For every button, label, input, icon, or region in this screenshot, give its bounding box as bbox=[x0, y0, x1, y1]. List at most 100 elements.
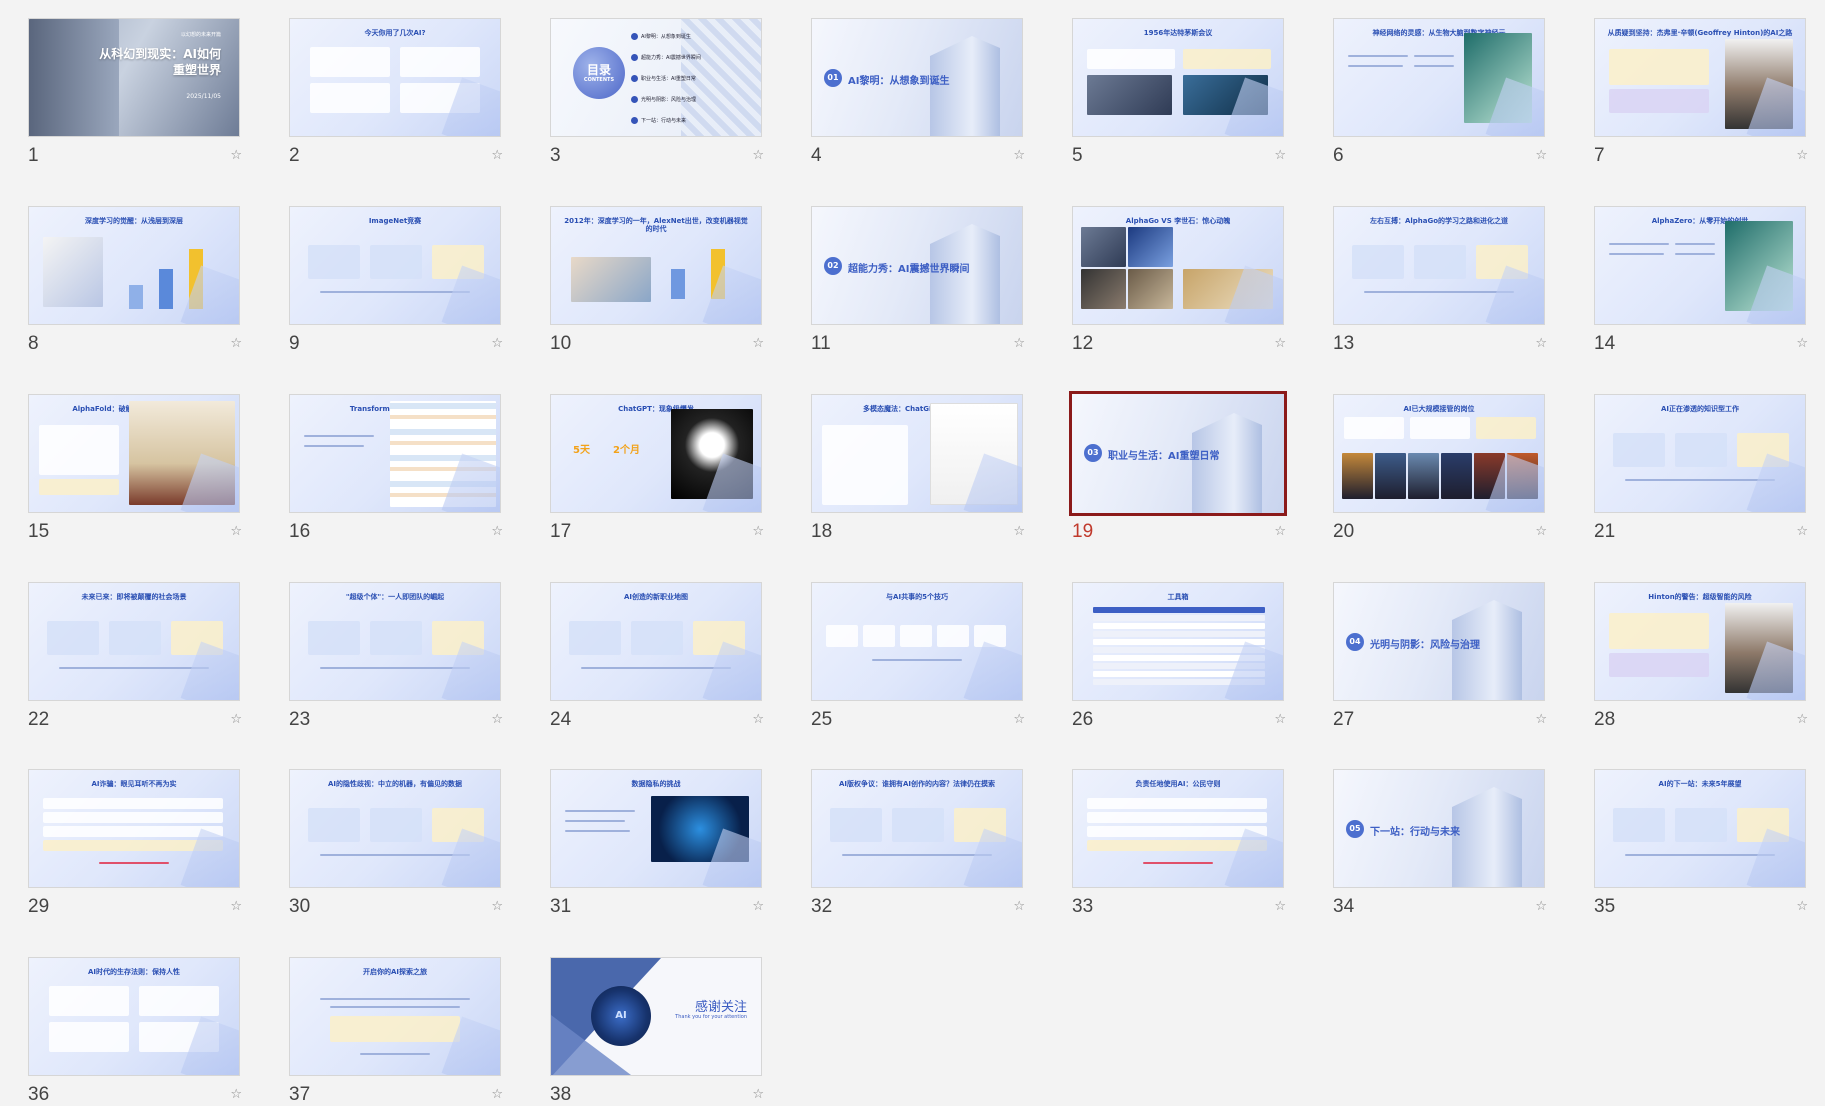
slide-preview[interactable]: 与AI共事的5个技巧 bbox=[811, 582, 1023, 701]
slide-preview[interactable]: 1956年达特茅斯会议 bbox=[1072, 18, 1284, 137]
slide-thumbnail-24[interactable]: AI创造的新职业地图 24 ☆ bbox=[550, 582, 764, 730]
star-icon[interactable]: ☆ bbox=[491, 712, 503, 727]
star-icon[interactable]: ☆ bbox=[752, 336, 764, 351]
slide-preview[interactable]: AlphaZero：从零开始的创世 bbox=[1594, 206, 1806, 325]
slide-thumbnail-1[interactable]: 以幻想的未来开篇 从科幻到现实：AI如何 重塑世界 2025/11/05 1 ☆ bbox=[28, 18, 242, 166]
slide-preview[interactable]: 多模态魔法：ChatGPT能做什么? bbox=[811, 394, 1023, 513]
slide-thumbnail-25[interactable]: 与AI共事的5个技巧 25 ☆ bbox=[811, 582, 1025, 730]
star-icon[interactable]: ☆ bbox=[752, 899, 764, 914]
star-icon[interactable]: ☆ bbox=[1796, 712, 1808, 727]
slide-thumbnail-16[interactable]: Transformer：注意力革命 16 ☆ bbox=[289, 394, 503, 542]
slide-preview[interactable]: 03 职业与生活：AI重塑日常 bbox=[1069, 391, 1287, 516]
star-icon[interactable]: ☆ bbox=[1796, 148, 1808, 163]
slide-preview[interactable]: 2012年：深度学习的一年，AlexNet出世，改变机器视觉的时代 bbox=[550, 206, 762, 325]
slide-preview[interactable]: 01 AI黎明：从想象到诞生 bbox=[811, 18, 1023, 137]
star-icon[interactable]: ☆ bbox=[1535, 148, 1547, 163]
slide-preview[interactable]: 目录 CONTENTS AI黎明：从想象到诞生 超能力秀：AI震撼世界瞬间 职业与生活：… bbox=[550, 18, 762, 137]
slide-preview[interactable]: AI诈骗：眼见耳听不再为实 bbox=[28, 769, 240, 888]
slide-thumbnail-22[interactable]: 未来已来：即将被颠覆的社会场景 22 ☆ bbox=[28, 582, 242, 730]
star-icon[interactable]: ☆ bbox=[1796, 524, 1808, 539]
slide-thumbnail-20[interactable]: AI已大规模接管的岗位 20 ☆ bbox=[1333, 394, 1547, 542]
star-icon[interactable]: ☆ bbox=[230, 336, 242, 351]
slide-preview[interactable]: ImageNet竞赛 bbox=[289, 206, 501, 325]
star-icon[interactable]: ☆ bbox=[1535, 524, 1547, 539]
slide-preview[interactable]: 数据隐私的挑战 bbox=[550, 769, 762, 888]
slide-thumbnail-19[interactable]: 03 职业与生活：AI重塑日常 19 ☆ bbox=[1069, 391, 1287, 542]
slide-preview[interactable]: AI时代的生存法则：保持人性 bbox=[28, 957, 240, 1076]
slide-preview[interactable]: AlphaGo VS 李世石：惊心动魄 bbox=[1072, 206, 1284, 325]
slide-thumbnail-35[interactable]: AI的下一站：未来5年展望 35 ☆ bbox=[1594, 769, 1808, 917]
star-icon[interactable]: ☆ bbox=[1274, 899, 1286, 914]
slide-thumbnail-9[interactable]: ImageNet竞赛 9 ☆ bbox=[289, 206, 503, 354]
star-icon[interactable]: ☆ bbox=[1013, 148, 1025, 163]
star-icon[interactable]: ☆ bbox=[752, 1087, 764, 1102]
star-icon[interactable]: ☆ bbox=[752, 148, 764, 163]
star-icon[interactable]: ☆ bbox=[752, 524, 764, 539]
slide-preview[interactable]: "超级个体"：一人即团队的崛起 bbox=[289, 582, 501, 701]
slide-thumbnail-6[interactable]: 神经网络的灵感：从生物大脑到数字神经元 6 ☆ bbox=[1333, 18, 1547, 166]
slide-thumbnail-4[interactable]: 01 AI黎明：从想象到诞生 4 ☆ bbox=[811, 18, 1025, 166]
star-icon[interactable]: ☆ bbox=[230, 899, 242, 914]
slide-preview[interactable]: ChatGPT：现象级爆发 5天 2个月 bbox=[550, 394, 762, 513]
slide-thumbnail-7[interactable]: 从质疑到坚持：杰弗里·辛顿(Geoffrey Hinton)的AI之路 7 ☆ bbox=[1594, 18, 1808, 166]
slide-thumbnail-37[interactable]: 开启你的AI探索之旅 37 ☆ bbox=[289, 957, 503, 1105]
star-icon[interactable]: ☆ bbox=[752, 712, 764, 727]
slide-thumbnail-23[interactable]: "超级个体"：一人即团队的崛起 23 ☆ bbox=[289, 582, 503, 730]
slide-preview[interactable]: AI的隐性歧视：中立的机器，有偏见的数据 bbox=[289, 769, 501, 888]
slide-preview[interactable]: 开启你的AI探索之旅 bbox=[289, 957, 501, 1076]
star-icon[interactable]: ☆ bbox=[230, 1087, 242, 1102]
star-icon[interactable]: ☆ bbox=[1535, 712, 1547, 727]
slide-thumbnail-13[interactable]: 左右互搏：AlphaGo的学习之路和进化之道 13 ☆ bbox=[1333, 206, 1547, 354]
slide-preview[interactable]: 深度学习的觉醒：从浅层到深层 bbox=[28, 206, 240, 325]
slide-thumbnail-33[interactable]: 负责任地使用AI：公民守则 33 ☆ bbox=[1072, 769, 1286, 917]
slide-thumbnail-11[interactable]: 02 超能力秀：AI震撼世界瞬间 11 ☆ bbox=[811, 206, 1025, 354]
slide-preview[interactable]: 工具箱 bbox=[1072, 582, 1284, 701]
slide-thumbnail-15[interactable]: AlphaFold：破解生命密码，荣获诺奖 15 ☆ bbox=[28, 394, 242, 542]
slide-preview[interactable]: AI的下一站：未来5年展望 bbox=[1594, 769, 1806, 888]
slide-thumbnail-31[interactable]: 数据隐私的挑战 31 ☆ bbox=[550, 769, 764, 917]
slide-thumbnail-2[interactable]: 今天你用了几次AI? 2 ☆ bbox=[289, 18, 503, 166]
slide-preview[interactable]: AI 感谢关注 Thank you for your attention bbox=[550, 957, 762, 1076]
slide-preview[interactable]: 05 下一站：行动与未来 bbox=[1333, 769, 1545, 888]
slide-thumbnail-36[interactable]: AI时代的生存法则：保持人性 36 ☆ bbox=[28, 957, 242, 1105]
slide-thumbnail-28[interactable]: Hinton的警告：超级智能的风险 28 ☆ bbox=[1594, 582, 1808, 730]
slide-preview[interactable]: 左右互搏：AlphaGo的学习之路和进化之道 bbox=[1333, 206, 1545, 325]
slide-thumbnail-38[interactable]: AI 感谢关注 Thank you for your attention 38 ☆ bbox=[550, 957, 764, 1105]
star-icon[interactable]: ☆ bbox=[1274, 148, 1286, 163]
slide-preview[interactable]: 负责任地使用AI：公民守则 bbox=[1072, 769, 1284, 888]
star-icon[interactable]: ☆ bbox=[230, 148, 242, 163]
slide-preview[interactable]: 今天你用了几次AI? bbox=[289, 18, 501, 137]
slide-preview[interactable]: AI版权争议：谁拥有AI创作的内容？法律仍在摸索 bbox=[811, 769, 1023, 888]
slide-preview[interactable]: AI创造的新职业地图 bbox=[550, 582, 762, 701]
star-icon[interactable]: ☆ bbox=[1274, 712, 1286, 727]
slide-preview[interactable]: AI已大规模接管的岗位 bbox=[1333, 394, 1545, 513]
slide-thumbnail-14[interactable]: AlphaZero：从零开始的创世 14 ☆ bbox=[1594, 206, 1808, 354]
slide-thumbnail-30[interactable]: AI的隐性歧视：中立的机器，有偏见的数据 30 ☆ bbox=[289, 769, 503, 917]
slide-thumbnail-18[interactable]: 多模态魔法：ChatGPT能做什么? 18 ☆ bbox=[811, 394, 1025, 542]
slide-thumbnail-3[interactable]: 目录 CONTENTS AI黎明：从想象到诞生 超能力秀：AI震撼世界瞬间 职业与生活：… bbox=[550, 18, 764, 166]
slide-preview[interactable]: 从质疑到坚持：杰弗里·辛顿(Geoffrey Hinton)的AI之路 bbox=[1594, 18, 1806, 137]
star-icon[interactable]: ☆ bbox=[1796, 899, 1808, 914]
slide-thumbnail-29[interactable]: AI诈骗：眼见耳听不再为实 29 ☆ bbox=[28, 769, 242, 917]
slide-preview[interactable]: AI正在渗透的知识型工作 bbox=[1594, 394, 1806, 513]
slide-preview[interactable]: 02 超能力秀：AI震撼世界瞬间 bbox=[811, 206, 1023, 325]
slide-thumbnail-34[interactable]: 05 下一站：行动与未来 34 ☆ bbox=[1333, 769, 1547, 917]
star-icon[interactable]: ☆ bbox=[230, 712, 242, 727]
star-icon[interactable]: ☆ bbox=[1274, 524, 1286, 539]
slide-preview[interactable]: 以幻想的未来开篇 从科幻到现实：AI如何 重塑世界 2025/11/05 bbox=[28, 18, 240, 137]
star-icon[interactable]: ☆ bbox=[491, 336, 503, 351]
star-icon[interactable]: ☆ bbox=[1013, 336, 1025, 351]
slide-thumbnail-21[interactable]: AI正在渗透的知识型工作 21 ☆ bbox=[1594, 394, 1808, 542]
slide-thumbnail-10[interactable]: 2012年：深度学习的一年，AlexNet出世，改变机器视觉的时代 10 ☆ bbox=[550, 206, 764, 354]
star-icon[interactable]: ☆ bbox=[491, 524, 503, 539]
slide-preview[interactable]: AlphaFold：破解生命密码，荣获诺奖 bbox=[28, 394, 240, 513]
star-icon[interactable]: ☆ bbox=[491, 148, 503, 163]
slide-thumbnail-8[interactable]: 深度学习的觉醒：从浅层到深层 8 ☆ bbox=[28, 206, 242, 354]
slide-thumbnail-12[interactable]: AlphaGo VS 李世石：惊心动魄 12 ☆ bbox=[1072, 206, 1286, 354]
star-icon[interactable]: ☆ bbox=[1013, 524, 1025, 539]
star-icon[interactable]: ☆ bbox=[1013, 712, 1025, 727]
slide-thumbnail-26[interactable]: 工具箱 26 ☆ bbox=[1072, 582, 1286, 730]
slide-thumbnail-5[interactable]: 1956年达特茅斯会议 5 ☆ bbox=[1072, 18, 1286, 166]
slide-preview[interactable]: 04 光明与阴影：风险与治理 bbox=[1333, 582, 1545, 701]
star-icon[interactable]: ☆ bbox=[1796, 336, 1808, 351]
